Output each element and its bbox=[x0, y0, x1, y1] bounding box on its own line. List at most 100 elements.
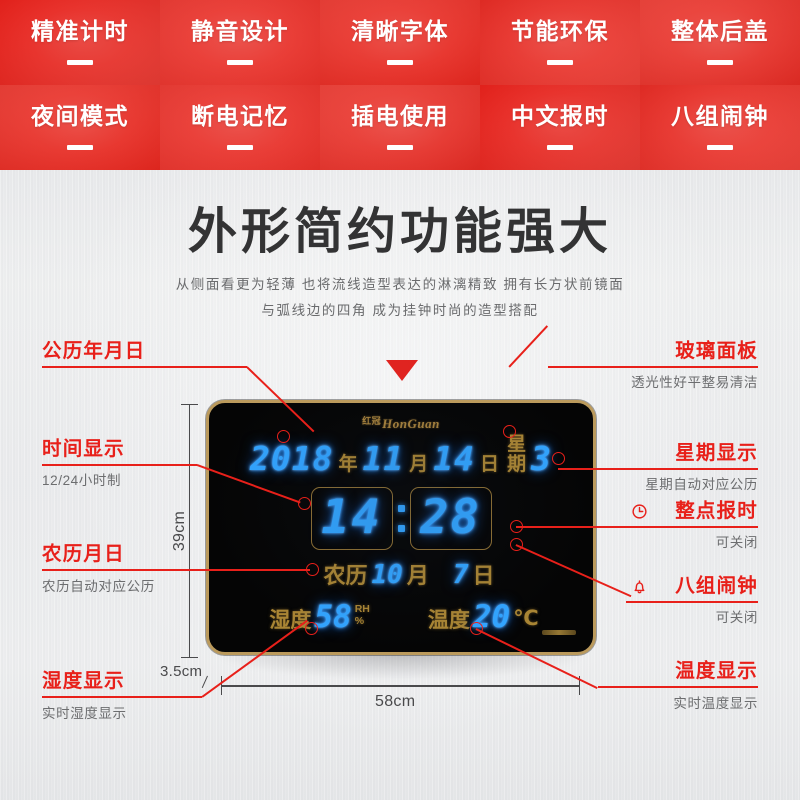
dimension-label-width: 58cm bbox=[375, 693, 416, 710]
headline-subtitle-line-2: 与弧线边的四角 成为挂钟时尚的造型搭配 bbox=[261, 302, 539, 318]
annotation-sub-time: 12/24小时制 bbox=[42, 473, 122, 488]
feature-cell[interactable]: 静音设计 bbox=[160, 0, 320, 85]
time-colon bbox=[396, 505, 407, 532]
date-day: 14 bbox=[433, 439, 476, 478]
brand-mark: 红冠 bbox=[362, 416, 382, 426]
dimension-label-depth: 3.5cm bbox=[160, 663, 203, 680]
marker-weekday bbox=[552, 452, 565, 465]
lunar-label: 农历 bbox=[323, 564, 368, 589]
lunar-day-unit: 日 bbox=[472, 564, 495, 589]
marker-temperature bbox=[470, 622, 483, 635]
marker-humidity bbox=[305, 622, 318, 635]
date-year: 2018 bbox=[250, 439, 334, 478]
feature-cell[interactable]: 清晰字体 bbox=[320, 0, 480, 85]
date-month-unit: 月 bbox=[409, 453, 429, 475]
weekday-value: 3 bbox=[531, 439, 552, 478]
gregorian-date-row: 2018 年 11 月 14 日 星 期 3 bbox=[209, 434, 593, 478]
feature-divider-dash bbox=[707, 145, 733, 150]
annotation-title-time: 时间显示 bbox=[42, 438, 125, 460]
leader-line-glass bbox=[548, 366, 758, 368]
down-triangle-icon bbox=[386, 360, 418, 381]
annotation-sub-humidity: 实时湿度显示 bbox=[42, 706, 127, 721]
feature-divider-dash bbox=[387, 145, 413, 150]
dimension-line-width bbox=[222, 685, 580, 687]
annotation-title-lunar: 农历月日 bbox=[42, 543, 125, 565]
marker-time bbox=[298, 497, 311, 510]
dimension-label-height: 39cm bbox=[171, 510, 188, 552]
time-minute: 28 bbox=[420, 490, 481, 545]
feature-cell[interactable]: 精准计时 bbox=[0, 0, 160, 85]
dimension-line-height bbox=[189, 404, 191, 658]
humidity-value: 58 bbox=[314, 599, 352, 635]
feature-label: 中文报时 bbox=[511, 103, 609, 129]
infrared-sensor-strip bbox=[542, 630, 576, 635]
annotation-title-weekday: 星期显示 bbox=[675, 442, 758, 464]
leader-line-time bbox=[42, 464, 197, 466]
dimension-cap-height-bottom bbox=[181, 657, 198, 659]
time-hour: 14 bbox=[321, 490, 382, 545]
weekday-label-bottom: 期 bbox=[507, 452, 527, 475]
date-year-unit: 年 bbox=[338, 453, 358, 475]
lunar-day: 7 bbox=[452, 560, 469, 590]
page-title: 外形简约功能强大 bbox=[187, 205, 612, 259]
humidity-readout: 湿度 58 RH % bbox=[269, 599, 370, 635]
leader-line-calendar bbox=[42, 366, 247, 368]
dimension-cap-width-left bbox=[221, 676, 223, 695]
feature-divider-dash bbox=[387, 60, 413, 65]
annotation-sub-weekday: 星期自动对应公历 bbox=[645, 477, 758, 492]
feature-cell[interactable]: 断电记忆 bbox=[160, 85, 320, 170]
hour-box: 14 bbox=[310, 487, 393, 550]
feature-label: 插电使用 bbox=[351, 103, 449, 129]
feature-label: 夜间模式 bbox=[31, 103, 129, 129]
humidity-unit-bottom: % bbox=[354, 615, 365, 628]
feature-divider-dash bbox=[227, 145, 253, 150]
leader-line-alarms bbox=[626, 601, 758, 603]
headline-block: 外形简约功能强大 从侧面看更为轻薄 也将流线造型表达的淋漓精致 拥有长方状前镜面… bbox=[0, 205, 800, 319]
brand-logo: 红冠HonGuan bbox=[209, 414, 593, 432]
feature-label: 静音设计 bbox=[191, 18, 289, 44]
feature-grid: 精准计时 静音设计 清晰字体 节能环保 整体后盖 夜间模式 断电记忆 插电使用 … bbox=[0, 0, 800, 170]
marker-chime bbox=[510, 520, 523, 533]
clock-icon bbox=[631, 503, 648, 520]
feature-label: 整体后盖 bbox=[671, 18, 769, 44]
leader-line-weekday bbox=[558, 468, 758, 470]
annotation-title-chime: 整点报时 bbox=[675, 500, 758, 522]
leader-line-humidity bbox=[42, 696, 202, 698]
feature-label: 节能环保 bbox=[511, 18, 609, 44]
minute-box: 28 bbox=[409, 487, 492, 550]
bell-icon bbox=[631, 578, 648, 595]
annotation-title-alarms: 八组闹钟 bbox=[675, 575, 758, 597]
annotation-sub-alarms: 可关闭 bbox=[715, 610, 758, 625]
weekday-label-top: 星 bbox=[507, 433, 527, 456]
feature-cell[interactable]: 夜间模式 bbox=[0, 85, 160, 170]
temperature-readout: 温度 20 ℃ bbox=[428, 599, 539, 635]
marker-calendar bbox=[277, 430, 290, 443]
lunar-month: 10 bbox=[371, 560, 403, 590]
feature-cell[interactable]: 整体后盖 bbox=[640, 0, 800, 85]
feature-cell[interactable]: 中文报时 bbox=[480, 85, 640, 170]
feature-cell[interactable]: 八组闹钟 bbox=[640, 85, 800, 170]
feature-cell[interactable]: 节能环保 bbox=[480, 0, 640, 85]
leader-line-lunar bbox=[42, 569, 310, 571]
date-month: 11 bbox=[362, 439, 405, 478]
feature-cell[interactable]: 插电使用 bbox=[320, 85, 480, 170]
sensor-row: 湿度 58 RH % 温度 20 ℃ bbox=[209, 599, 593, 635]
feature-label: 八组闹钟 bbox=[671, 103, 769, 129]
panel-drop-shadow bbox=[222, 652, 580, 678]
feature-label: 断电记忆 bbox=[191, 103, 289, 129]
weekday-label: 星 期 bbox=[507, 433, 527, 475]
leader-line-temperature bbox=[598, 686, 758, 688]
temperature-unit: ℃ bbox=[513, 606, 539, 630]
feature-divider-dash bbox=[67, 60, 93, 65]
lunar-date-row: 农历 10 月 7 日 bbox=[209, 558, 593, 590]
annotation-sub-lunar: 农历自动对应公历 bbox=[42, 579, 155, 594]
feature-label: 精准计时 bbox=[31, 18, 129, 44]
temperature-label: 温度 bbox=[427, 608, 470, 632]
lunar-month-unit: 月 bbox=[406, 564, 429, 589]
headline-subtitle-line-1: 从侧面看更为轻薄 也将流线造型表达的淋漓精致 拥有长方状前镜面 bbox=[175, 276, 625, 292]
dimension-cap-height-top bbox=[181, 404, 198, 406]
humidity-unit-top: RH bbox=[354, 603, 370, 615]
brand-name: HonGuan bbox=[382, 416, 440, 431]
date-day-unit: 日 bbox=[480, 453, 500, 475]
annotation-title-humidity: 湿度显示 bbox=[42, 670, 125, 692]
